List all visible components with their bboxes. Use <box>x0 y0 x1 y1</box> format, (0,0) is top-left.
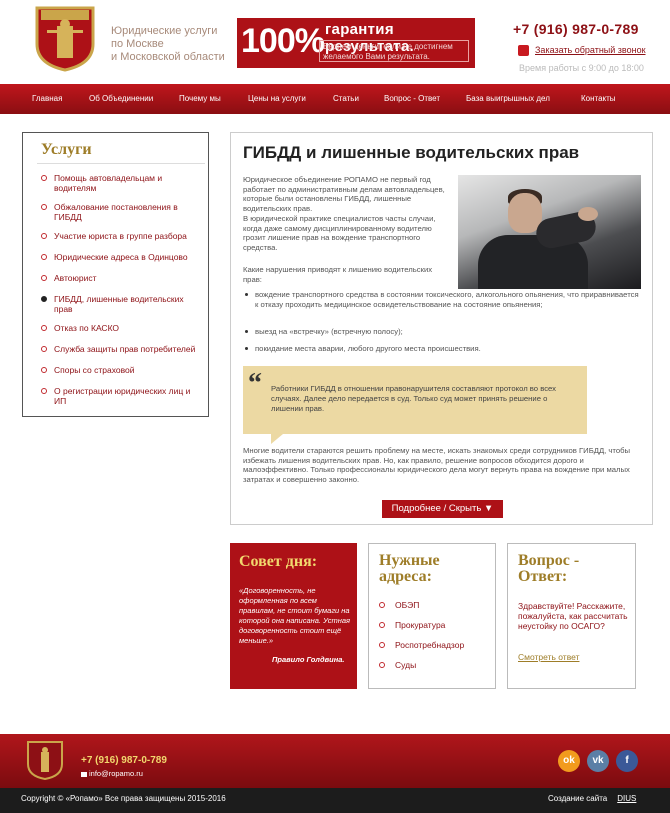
service-item[interactable]: Помощь автовладельцам и водителям <box>39 173 204 193</box>
addresses-title: Нужные адреса: <box>379 552 440 585</box>
services-list: Помощь автовладельцам и водителям Обжало… <box>39 173 204 406</box>
address-item[interactable]: ОБЭП <box>379 600 464 620</box>
article-question: Какие нарушения приводят к лишению водит… <box>243 265 433 284</box>
nav-item-prices[interactable]: Цены на услуги <box>248 84 306 114</box>
main-nav: Главная Об Объединении Почему мы Цены на… <box>0 84 670 114</box>
firm-line-3: и Московской области <box>111 51 225 63</box>
vk-icon[interactable]: vk <box>587 750 609 772</box>
footer-logo-icon[interactable] <box>22 740 68 780</box>
service-item[interactable]: Обжалование постановления в ГИБДД <box>39 202 204 222</box>
article-quote: “ Работники ГИБДД в отношении правонаруш… <box>243 366 587 434</box>
guarantee-subtitle: Вернем деньги, если не достигнем желаемо… <box>319 40 469 62</box>
useful-addresses: Нужные адреса: ОБЭП Прокуратура Роспотре… <box>368 543 496 689</box>
quote-icon: “ <box>248 368 262 399</box>
made-by-label: Создание сайта <box>548 794 608 803</box>
nav-item-articles[interactable]: Статьи <box>333 84 359 114</box>
divider <box>37 163 205 164</box>
tip-text: «Договоренность, не оформленная по всем … <box>239 586 351 645</box>
dius-link[interactable]: DIUS <box>617 794 636 803</box>
working-hours: Время работы с 9:00 до 18:00 <box>519 63 644 73</box>
mail-icon <box>81 771 87 777</box>
callback-label: Заказать обратный звонок <box>535 45 646 55</box>
logo-crest-icon[interactable] <box>27 4 103 72</box>
tip-title: Совет дня: <box>239 553 318 570</box>
more-toggle-button[interactable]: Подробнее / Скрыть ▼ <box>382 500 503 518</box>
violation-bullet: вождение транспортного средства в состоя… <box>243 290 643 309</box>
services-panel: Услуги Помощь автовладельцам и водителям… <box>22 132 209 417</box>
nav-item-about[interactable]: Об Объединении <box>89 84 153 114</box>
firm-description: Юридические услуги по Москве и Московско… <box>111 25 236 64</box>
services-title: Услуги <box>41 141 92 158</box>
qa-title: Вопрос - Ответ: <box>518 552 580 585</box>
made-by: Создание сайта DIUS <box>548 794 636 803</box>
article-intro: Юридическое объединение РОПАМО не первый… <box>243 175 445 213</box>
footer-bottom: Copyright © «Ропамо» Все права защищены … <box>0 788 670 813</box>
copyright: Copyright © «Ропамо» Все права защищены … <box>21 794 226 803</box>
violation-bullet: покидание места аварии, любого другого м… <box>243 344 643 354</box>
header: Юридические услуги по Москве и Московско… <box>0 0 670 84</box>
article-title: ГИБДД и лишенные водительских прав <box>243 143 580 162</box>
article-intro-2: В юридической практике специалистов част… <box>243 214 436 252</box>
address-item[interactable]: Суды <box>379 660 464 680</box>
footer-email[interactable]: info@ropamo.ru <box>81 769 143 778</box>
service-item[interactable]: Отказ по КАСКО <box>39 323 204 333</box>
service-item[interactable]: Юридические адреса в Одинцово <box>39 252 204 262</box>
qa-answer-link[interactable]: Смотреть ответ <box>518 652 579 662</box>
nav-item-home[interactable]: Главная <box>32 84 62 114</box>
article-outro: Многие водители стараются решить проблем… <box>243 446 631 484</box>
service-item[interactable]: Служба защиты прав потребителей <box>39 344 204 354</box>
guarantee-percent: 100% <box>241 22 325 60</box>
quote-tail <box>271 434 283 444</box>
tip-author: Правило Голдвина. <box>272 655 345 664</box>
header-phone[interactable]: +7 (916) 987-0-789 <box>513 21 639 37</box>
quote-text: Работники ГИБДД в отношении правонарушит… <box>271 384 557 413</box>
footer: +7 (916) 987-0-789 info@ropamo.ru ok vk … <box>0 734 670 788</box>
footer-email-text: info@ropamo.ru <box>89 769 143 778</box>
nav-item-contacts[interactable]: Контакты <box>581 84 616 114</box>
service-item[interactable]: Автоюрист <box>39 273 204 283</box>
article-photo <box>458 175 641 289</box>
footer-phone[interactable]: +7 (916) 987-0-789 <box>81 755 167 766</box>
service-item[interactable]: О регистрации юридических лиц и ИП <box>39 386 204 406</box>
address-item[interactable]: Прокуратура <box>379 620 464 640</box>
firm-line-2: по Москве <box>111 38 164 50</box>
qa-question-link[interactable]: Здравствуйте! Расскажите, пожалуйста, ка… <box>518 601 630 631</box>
violation-bullet: выезд на «встречку» (встречную полосу); <box>243 327 643 337</box>
nav-item-cases[interactable]: База выигрышных дел <box>466 84 550 114</box>
tip-of-day: Совет дня: «Договоренность, не оформленн… <box>230 543 357 689</box>
service-item[interactable]: Споры со страховой <box>39 365 204 375</box>
service-item[interactable]: Участие юриста в группе разбора <box>39 231 204 241</box>
callback-link[interactable]: Заказать обратный звонок <box>517 45 646 55</box>
addresses-list: ОБЭП Прокуратура Роспотребнадзор Суды <box>379 600 464 680</box>
guarantee-banner: 100% гарантия результата. Вернем деньги,… <box>237 18 475 68</box>
facebook-icon[interactable]: f <box>616 750 638 772</box>
address-item[interactable]: Роспотребнадзор <box>379 640 464 660</box>
nav-item-why-us[interactable]: Почему мы <box>179 84 221 114</box>
qa-box: Вопрос - Ответ: Здравствуйте! Расскажите… <box>507 543 636 689</box>
nav-item-qa[interactable]: Вопрос - Ответ <box>384 84 440 114</box>
firm-line-1: Юридические услуги <box>111 25 218 37</box>
odnoklassniki-icon[interactable]: ok <box>558 750 580 772</box>
article: ГИБДД и лишенные водительских прав Юриди… <box>230 132 653 525</box>
service-item-active[interactable]: ГИБДД, лишенные водительских прав <box>39 294 204 314</box>
